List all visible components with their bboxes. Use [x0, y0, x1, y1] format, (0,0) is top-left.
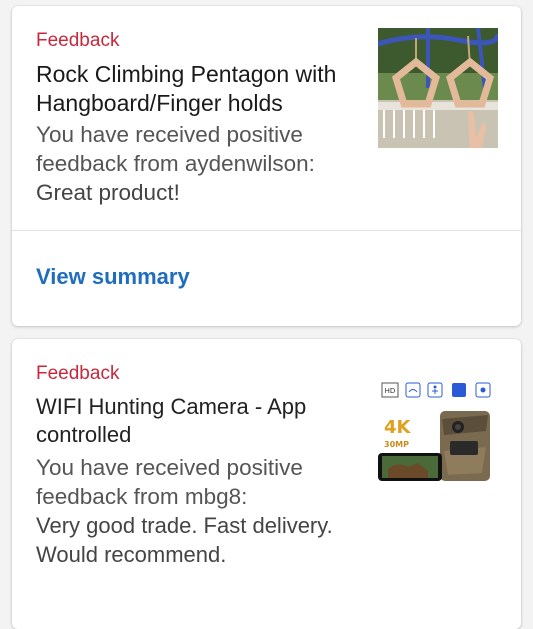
30mp-badge-text: 30MP [384, 440, 409, 449]
feedback-message: You have received positive feedback from… [36, 122, 315, 176]
view-summary-link[interactable]: View summary [36, 264, 190, 290]
notification-label: Feedback [36, 30, 120, 51]
item-title[interactable]: Rock Climbing Pentagon with Hangboard/Fi… [36, 60, 366, 118]
item-title[interactable]: WIFI Hunting Camera - App controlled [36, 393, 366, 449]
item-thumbnail[interactable]: HD 4K 30MP [378, 361, 498, 481]
4k-badge-text: 4K [384, 417, 412, 438]
notification-card[interactable]: Feedback WIFI Hunting Camera - App contr… [12, 339, 521, 629]
hd-badge-text: HD [385, 387, 396, 395]
feedback-comment: Great product! [36, 180, 180, 205]
card-divider [12, 230, 521, 231]
notification-label: Feedback [36, 363, 120, 384]
hunting-camera-photo: HD 4K 30MP [378, 361, 498, 481]
notification-card[interactable]: Feedback Rock Climbing Pentagon with Han… [12, 6, 521, 326]
feedback-message: You have received positive feedback from… [36, 455, 303, 509]
item-thumbnail[interactable] [378, 28, 498, 148]
feedback-comment: Very good trade. Fast delivery. Would re… [36, 513, 333, 567]
climbing-pentagon-photo [378, 28, 498, 148]
